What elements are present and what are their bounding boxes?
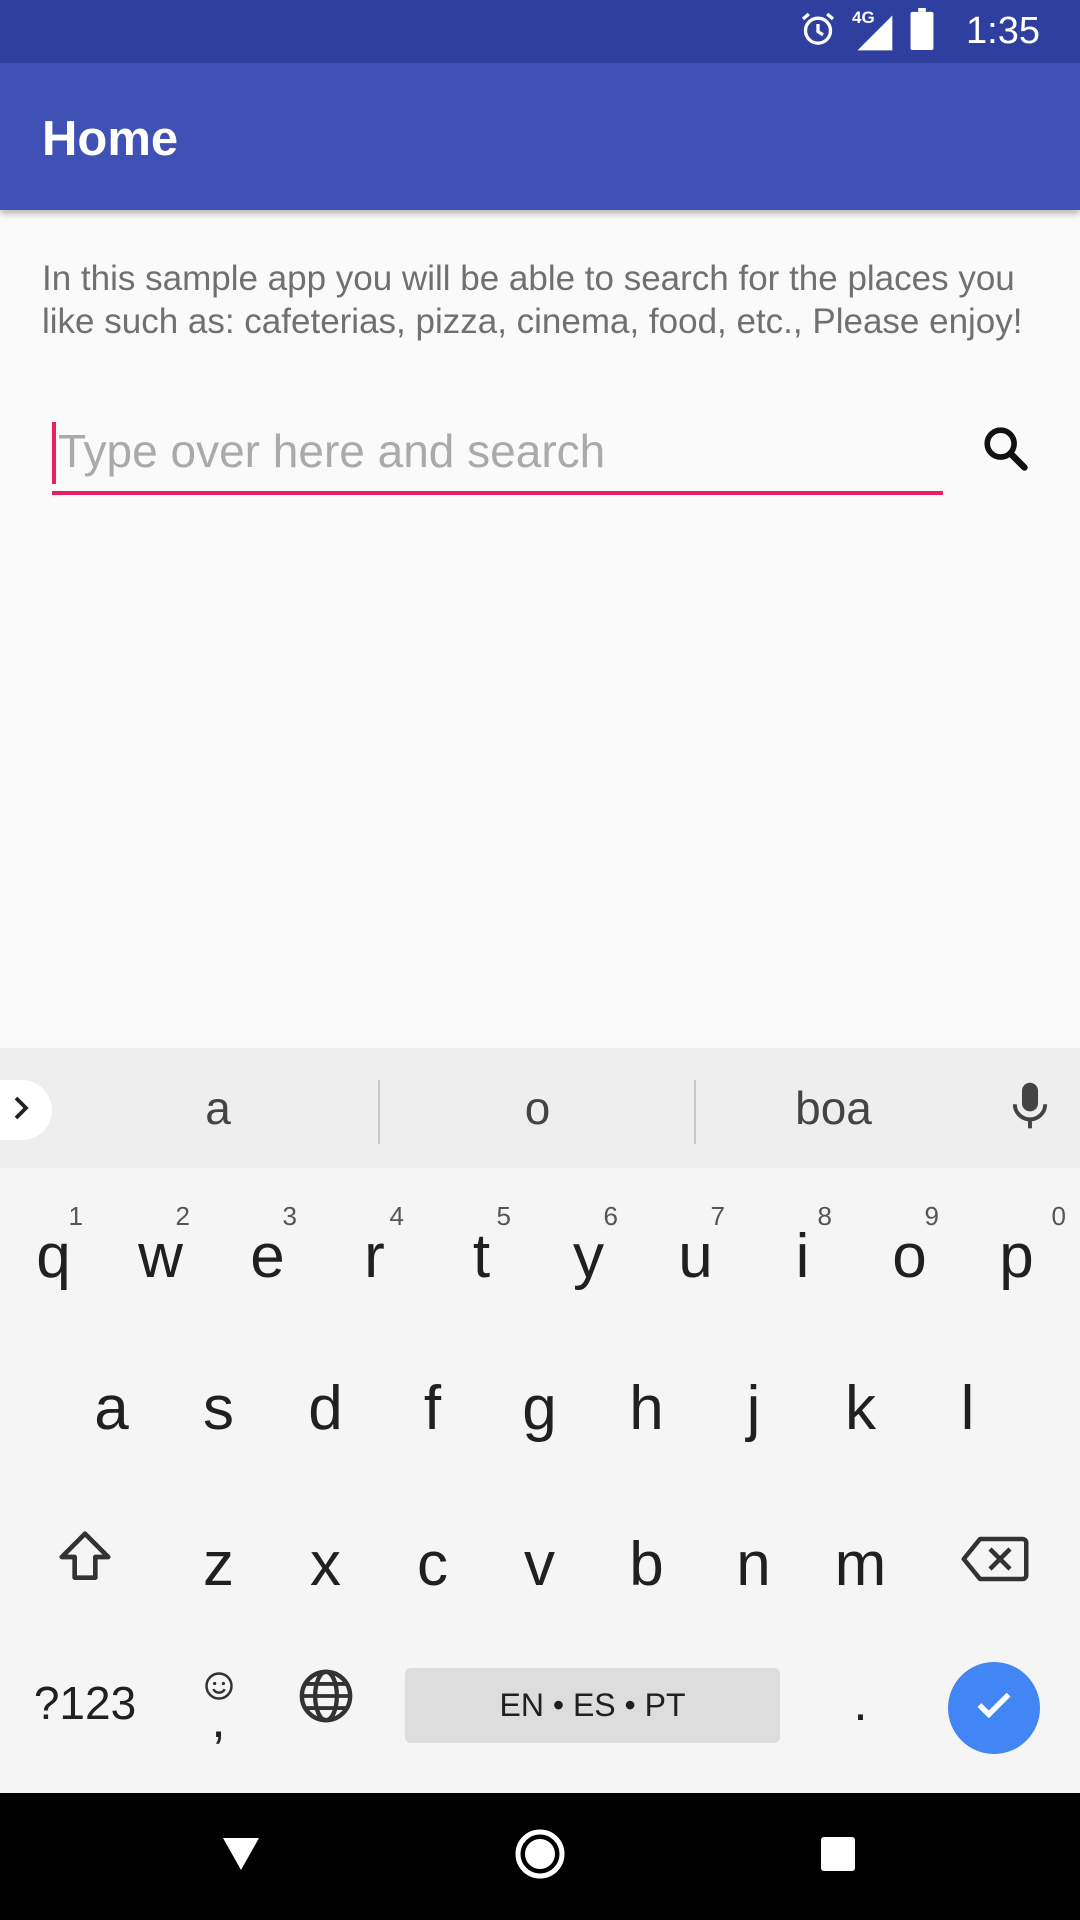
- chevron-right-icon: [6, 1093, 36, 1128]
- key-w[interactable]: w2: [107, 1186, 214, 1326]
- key-c[interactable]: c: [379, 1494, 486, 1634]
- status-icons: 4G 1:35: [798, 0, 1040, 63]
- key-q[interactable]: q1: [0, 1186, 107, 1326]
- key-n[interactable]: n: [700, 1494, 807, 1634]
- key-e[interactable]: e3: [214, 1186, 321, 1326]
- status-time: 1:35: [966, 10, 1040, 52]
- suggestion-strip: a o boa: [0, 1048, 1080, 1168]
- key-p[interactable]: p0: [963, 1186, 1070, 1326]
- page-title: Home: [42, 112, 179, 166]
- key-v[interactable]: v: [486, 1494, 593, 1634]
- key-m[interactable]: m: [807, 1494, 914, 1634]
- home-circle-icon: [514, 1828, 566, 1885]
- symbols-key[interactable]: ?123: [20, 1648, 150, 1758]
- shift-icon: [54, 1526, 116, 1603]
- voice-input-button[interactable]: [1000, 1078, 1060, 1138]
- status-bar: 4G 1:35: [0, 0, 1080, 63]
- key-l[interactable]: l: [914, 1338, 1021, 1478]
- suggestion-1[interactable]: a: [60, 1048, 376, 1168]
- key-i[interactable]: i8: [749, 1186, 856, 1326]
- key-u[interactable]: u7: [642, 1186, 749, 1326]
- key-r[interactable]: r4: [321, 1186, 428, 1326]
- key-hint: 4: [389, 1201, 404, 1231]
- recents-square-icon: [821, 1837, 855, 1876]
- microphone-icon: [1008, 1081, 1052, 1136]
- key-s[interactable]: s: [165, 1338, 272, 1478]
- globe-icon: [297, 1667, 355, 1740]
- recents-button[interactable]: [778, 1793, 898, 1920]
- key-g[interactable]: g: [486, 1338, 593, 1478]
- comma-key[interactable]: ,: [165, 1648, 272, 1758]
- signal-icon: 4G: [852, 8, 896, 54]
- period-key[interactable]: .: [807, 1648, 914, 1758]
- suggestion-3[interactable]: boa: [696, 1048, 971, 1168]
- text-cursor: [52, 422, 56, 484]
- key-hint: 5: [496, 1201, 511, 1231]
- main-content: In this sample app you will be able to s…: [0, 210, 1080, 1048]
- key-hint: 3: [282, 1201, 297, 1231]
- key-k[interactable]: k: [807, 1338, 914, 1478]
- key-hint: 1: [68, 1201, 83, 1231]
- backspace-icon: [960, 1529, 1030, 1600]
- key-hint: 0: [1051, 1201, 1066, 1231]
- key-h[interactable]: h: [593, 1338, 700, 1478]
- space-key[interactable]: EN • ES • PT: [405, 1668, 780, 1743]
- search-field[interactable]: [52, 410, 943, 495]
- key-z[interactable]: z: [165, 1494, 272, 1634]
- search-icon: [979, 422, 1031, 479]
- suggestion-2[interactable]: o: [380, 1048, 695, 1168]
- navigation-bar: [0, 1793, 1080, 1920]
- checkmark-icon: [969, 1673, 1019, 1744]
- soft-keyboard: a o boa q1 w2 e3 r4 t5 y6 u7 i8 o9 p0 a …: [0, 1048, 1080, 1793]
- key-hint: 9: [924, 1201, 939, 1231]
- key-d[interactable]: d: [272, 1338, 379, 1478]
- enter-key[interactable]: [948, 1662, 1040, 1754]
- key-a[interactable]: a: [58, 1338, 165, 1478]
- key-t[interactable]: t5: [428, 1186, 535, 1326]
- key-b[interactable]: b: [593, 1494, 700, 1634]
- key-j[interactable]: j: [700, 1338, 807, 1478]
- language-key[interactable]: [272, 1648, 379, 1758]
- expand-suggestions-button[interactable]: [0, 1080, 52, 1140]
- key-f[interactable]: f: [379, 1338, 486, 1478]
- key-hint: 7: [710, 1201, 725, 1231]
- key-hint: 2: [175, 1201, 190, 1231]
- key-o[interactable]: o9: [856, 1186, 963, 1326]
- shift-key[interactable]: [20, 1494, 150, 1634]
- back-triangle-icon: [221, 1836, 261, 1877]
- search-button[interactable]: [975, 420, 1035, 480]
- key-hint: 6: [603, 1201, 618, 1231]
- app-bar: Home: [0, 63, 1080, 210]
- backspace-key[interactable]: [935, 1494, 1055, 1634]
- key-hint: 8: [817, 1201, 832, 1231]
- description-text: In this sample app you will be able to s…: [42, 259, 1023, 341]
- battery-icon: [910, 8, 934, 55]
- alarm-icon: [798, 9, 838, 54]
- back-button[interactable]: [181, 1793, 301, 1920]
- key-y[interactable]: y6: [535, 1186, 642, 1326]
- search-input[interactable]: [52, 410, 943, 491]
- key-x[interactable]: x: [272, 1494, 379, 1634]
- home-button[interactable]: [480, 1793, 600, 1920]
